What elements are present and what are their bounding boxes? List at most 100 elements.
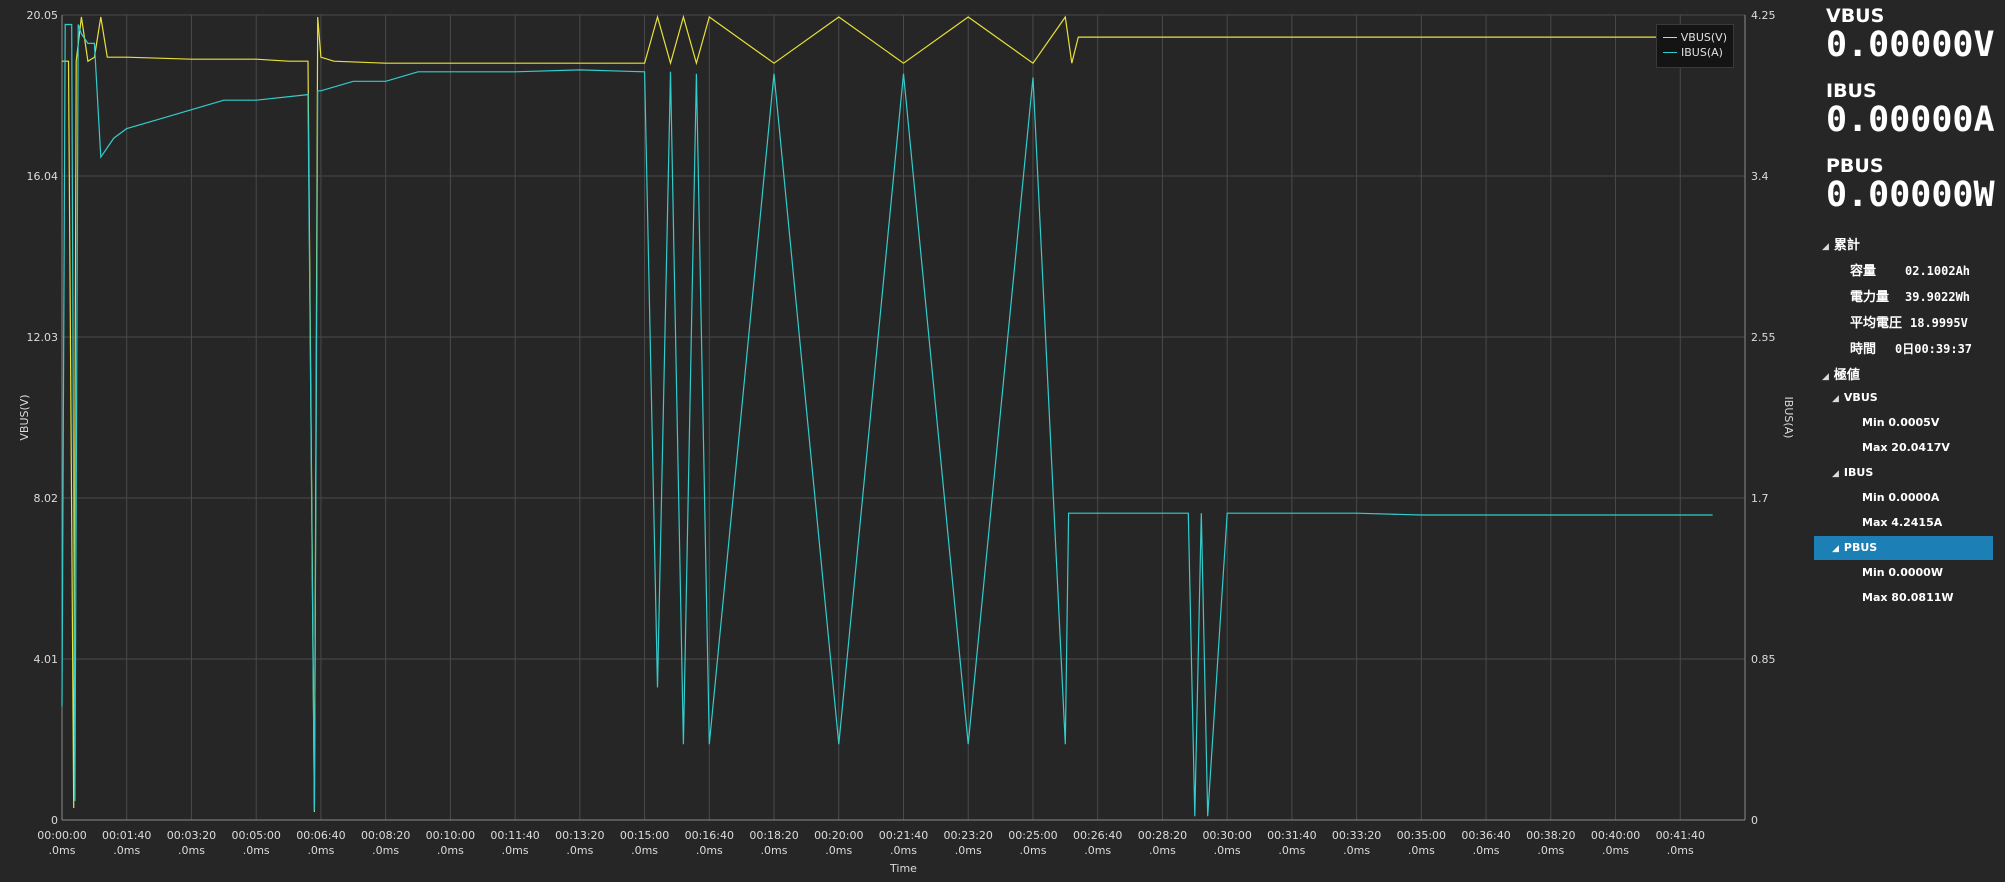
expand-triangle-icon[interactable]: ◢ (1832, 469, 1839, 479)
x-tick-label: 00:28:20 (1138, 829, 1187, 842)
x-tick-label: 00:16:40 (685, 829, 734, 842)
axis-labels: 0 0 4.01 0.85 8.02 1.7 12.03 2.55 16.04 3.4 20.05 4… (18, 9, 1795, 875)
extremes-ibus-label: IBUS (1843, 466, 1874, 479)
y-right-tick-label: 4.25 (1751, 9, 1776, 22)
x-tick-label: 00:01:40 (102, 829, 151, 842)
x-tick-suffix: .0ms (372, 844, 399, 857)
x-tick-suffix: .0ms (1602, 844, 1629, 857)
extremes-vbus-label: VBUS (1843, 391, 1878, 404)
y-left-tick-label: 20.05 (27, 9, 59, 22)
x-tick-suffix: .0ms (566, 844, 593, 857)
ibus-meter: IBUS 0.00000A (1826, 81, 1995, 139)
y-left-tick-label: 8.02 (34, 492, 59, 505)
x-tick-label: 00:00:00 (37, 829, 86, 842)
x-tick-suffix: .0ms (307, 844, 334, 857)
ibus-max: Max 4.2415A (1862, 516, 1943, 529)
x-tick-suffix: .0ms (437, 844, 464, 857)
series-line-ibus (61, 23, 1713, 817)
x-tick-label: 00:03:20 (167, 829, 216, 842)
tree-row-capacity: 容量 02.1002Ah (1850, 260, 1970, 279)
expand-triangle-icon[interactable]: ◢ (1822, 242, 1829, 252)
legend-item-ibus: IBUS(A) (1663, 45, 1727, 60)
tree-header-vbus[interactable]: ◢ VBUS (1832, 391, 1878, 404)
x-tick-label: 00:41:40 (1656, 829, 1705, 842)
time-value: 0日00:39:37 (1895, 342, 1973, 356)
pbus-meter-label: PBUS (1826, 155, 1884, 177)
x-tick-label: 00:15:00 (620, 829, 669, 842)
expand-triangle-icon[interactable]: ◢ (1822, 372, 1829, 382)
x-tick-label: 00:08:20 (361, 829, 410, 842)
line-chart[interactable]: 0 0 4.01 0.85 8.02 1.7 12.03 2.55 16.04 3.4 20.05 4… (0, 0, 1810, 882)
x-tick-label: 00:26:40 (1073, 829, 1122, 842)
x-tick-label: 00:31:40 (1267, 829, 1316, 842)
x-tick-label: 00:21:40 (879, 829, 928, 842)
pbus-max: Max 80.0811W (1862, 591, 1954, 604)
y-right-tick-label: 3.4 (1751, 170, 1769, 183)
series-line-vbus (62, 14, 1713, 813)
x-tick-label: 00:13:20 (555, 829, 604, 842)
legend-label-vbus: VBUS(V) (1680, 31, 1727, 44)
x-tick-suffix: .0ms (243, 844, 270, 857)
legend-item-vbus: VBUS(V) (1663, 30, 1727, 45)
y-left-tick-label: 4.01 (34, 653, 59, 666)
tree-header-pbus[interactable]: ◢ PBUS (1814, 536, 1993, 560)
x-tick-suffix: .0ms (890, 844, 917, 857)
series-lines (61, 14, 1713, 817)
chart-area[interactable]: 0 0 4.01 0.85 8.02 1.7 12.03 2.55 16.04 3.4 20.05 4… (0, 0, 1810, 882)
chart-legend: VBUS(V) IBUS(A) (1656, 24, 1734, 68)
x-tick-label: 00:06:40 (296, 829, 345, 842)
x-tick-suffix: .0ms (178, 844, 205, 857)
extremes-header-label: 極値 (1833, 368, 1860, 383)
energy-value: 39.9022Wh (1905, 290, 1971, 304)
x-tick-suffix: .0ms (1019, 844, 1046, 857)
y-right-tick-label: 1.7 (1751, 492, 1769, 505)
side-panel: VBUS 0.00000V IBUS 0.00000A PBUS 0.00000… (1810, 0, 2005, 882)
x-tick-label: 00:36:40 (1461, 829, 1510, 842)
x-axis-title: Time (889, 862, 917, 875)
extremes-pbus-label: PBUS (1843, 541, 1878, 554)
x-tick-suffix: .0ms (1537, 844, 1564, 857)
y-left-tick-label: 12.03 (27, 331, 59, 344)
x-tick-label: 00:25:00 (1008, 829, 1057, 842)
avg-voltage-label: 平均電圧 (1850, 316, 1903, 331)
tree-row-time: 時間 0日00:39:37 (1850, 338, 1972, 357)
capacity-label: 容量 (1850, 264, 1877, 279)
x-tick-suffix: .0ms (1149, 844, 1176, 857)
x-tick-suffix: .0ms (631, 844, 658, 857)
pbus-min: Min 0.0000W (1862, 566, 1943, 579)
y-right-tick-label: 2.55 (1751, 331, 1776, 344)
expand-triangle-icon[interactable]: ◢ (1832, 394, 1839, 404)
legend-swatch-vbus (1663, 37, 1677, 38)
y-right-tick-label: 0.85 (1751, 653, 1776, 666)
vbus-min: Min 0.0005V (1862, 416, 1940, 429)
x-tick-label: 00:38:20 (1526, 829, 1575, 842)
tree-header-cumulative[interactable]: ◢ 累計 (1822, 234, 1860, 253)
tree-row-energy: 電力量 39.9022Wh (1850, 286, 1970, 305)
tree-header-extremes[interactable]: ◢ 極値 (1822, 364, 1860, 383)
x-tick-label: 00:20:00 (814, 829, 863, 842)
energy-label: 電力量 (1850, 290, 1890, 305)
x-tick-label: 00:18:20 (749, 829, 798, 842)
x-tick-suffix: .0ms (761, 844, 788, 857)
x-tick-suffix: .0ms (955, 844, 982, 857)
x-tick-suffix: .0ms (1408, 844, 1435, 857)
y-right-tick-label: 0 (1751, 814, 1758, 827)
time-label: 時間 (1850, 342, 1877, 357)
pbus-meter: PBUS 0.00000W (1826, 156, 1995, 214)
x-tick-suffix: .0ms (1084, 844, 1111, 857)
cumulative-header-label: 累計 (1833, 238, 1860, 253)
expand-triangle-icon[interactable]: ◢ (1832, 537, 1839, 561)
x-tick-label: 00:35:00 (1397, 829, 1446, 842)
ibus-meter-label: IBUS (1826, 80, 1877, 102)
tree-header-ibus[interactable]: ◢ IBUS (1832, 466, 1873, 479)
ibus-meter-value: 0.00000A (1826, 100, 1995, 140)
avg-voltage-value: 18.9995V (1910, 316, 1968, 330)
x-tick-suffix: .0ms (1473, 844, 1500, 857)
vbus-meter-value: 0.00000V (1826, 25, 1995, 65)
legend-label-ibus: IBUS(A) (1681, 46, 1723, 59)
x-tick-label: 00:40:00 (1591, 829, 1640, 842)
y-left-tick-label: 0 (51, 814, 58, 827)
vbus-meter: VBUS 0.00000V (1826, 6, 1995, 64)
x-tick-suffix: .0ms (113, 844, 140, 857)
x-tick-label: 00:10:00 (426, 829, 475, 842)
